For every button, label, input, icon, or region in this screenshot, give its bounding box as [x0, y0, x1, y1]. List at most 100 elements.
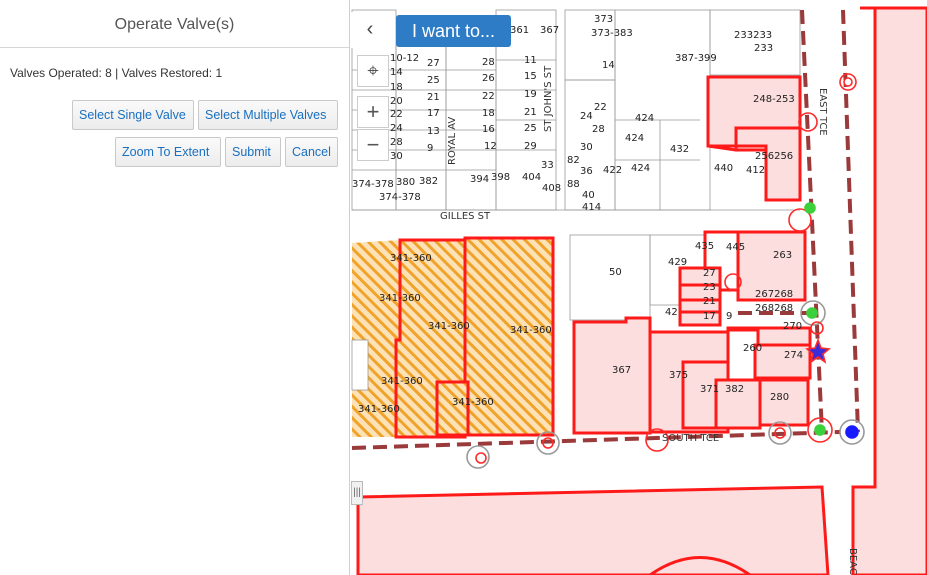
- parcel-label: 28: [592, 124, 605, 135]
- parcel-label: 22: [390, 109, 403, 120]
- parcel-label: 14: [602, 60, 615, 71]
- parcel-label: 21: [427, 92, 440, 103]
- parcel-label: 88: [567, 179, 580, 190]
- parcel-label: 445: [726, 242, 745, 253]
- parcel-label: 341-360: [381, 376, 423, 387]
- parcel-label: 22: [594, 102, 607, 113]
- parcel-label: 367: [540, 25, 559, 36]
- parcel-label: 16: [482, 124, 495, 135]
- south-parcel: [356, 485, 830, 575]
- parcel-label: 387-399: [675, 53, 717, 64]
- parcel-label: 82: [567, 155, 580, 166]
- parcel-label: 373: [594, 14, 613, 25]
- panel-title: Operate Valve(s): [0, 0, 349, 48]
- parcel-label: 274: [784, 350, 803, 361]
- locate-icon[interactable]: ⌖: [357, 55, 389, 87]
- street-label-gilles: GILLES ST: [440, 211, 491, 222]
- parcel-label: 29: [524, 141, 537, 152]
- parcel-label: 341-360: [428, 321, 470, 332]
- parcel-label: 248-253: [753, 94, 795, 105]
- parcel-label: 440: [714, 163, 733, 174]
- street-label-st-johns: ST JOHN'S ST: [543, 65, 554, 132]
- parcel-label: 382: [725, 384, 744, 395]
- map-canvas[interactable]: 373 373-383 361 367 233233 233 10-12 27 …: [351, 0, 927, 575]
- parcel-label: 382: [419, 176, 438, 187]
- street-label-east: EAST TCE: [817, 88, 828, 136]
- parcel-label: 424: [625, 133, 644, 144]
- parcel-label: 13: [427, 126, 440, 137]
- parcel-label: 36: [580, 166, 593, 177]
- parcel-label: 260: [743, 343, 762, 354]
- parcel-label: 9: [427, 143, 433, 154]
- parcel-label: 27: [427, 58, 440, 69]
- parcel-label: 424: [631, 163, 650, 174]
- parcel-label: 33: [541, 160, 554, 171]
- parcel-label: 256256: [755, 151, 793, 162]
- parcel-label: 12: [484, 141, 497, 152]
- parcel-label: 380: [396, 177, 415, 188]
- submit-button[interactable]: Submit: [225, 137, 281, 167]
- parcel-label: 14: [390, 67, 403, 78]
- parcel-label: 15: [524, 71, 537, 82]
- parcel-label: 280: [770, 392, 789, 403]
- panel-resize-handle[interactable]: |||: [351, 481, 363, 505]
- i-want-to-button[interactable]: I want to...: [396, 15, 511, 47]
- parcel-label: 50: [609, 267, 622, 278]
- parcel-label: 367: [612, 365, 631, 376]
- parcel-label: 21: [703, 296, 716, 307]
- parcel-label: 374-378: [379, 192, 421, 203]
- parcel-label: 23: [703, 282, 716, 293]
- parcel-label: 424: [635, 113, 654, 124]
- parcel-label: 435: [695, 241, 714, 252]
- parcel-label: 394: [470, 174, 489, 185]
- parcel-label: 371: [700, 384, 719, 395]
- zoom-to-extent-button[interactable]: Zoom To Extent: [115, 137, 221, 167]
- parcel-label: 9: [726, 311, 732, 322]
- operate-valves-panel: Operate Valve(s) Valves Operated: 8 | Va…: [0, 0, 350, 575]
- parcel-label: 341-360: [510, 325, 552, 336]
- parcel-label: 263: [773, 250, 792, 261]
- parcel-label: 373-383: [591, 28, 633, 39]
- parcel-label: 18: [482, 108, 495, 119]
- parcel-label: 414: [582, 202, 601, 213]
- parcel-label: 40: [582, 190, 595, 201]
- select-single-valve-button[interactable]: Select Single Valve: [72, 100, 194, 130]
- parcel-label: 398: [491, 172, 510, 183]
- parcel-label: 24: [580, 111, 593, 122]
- parcel-label: 26: [482, 73, 495, 84]
- parcel-label: 19: [524, 89, 537, 100]
- parcel-label: 17: [703, 311, 716, 322]
- parcel-label: 10-12: [390, 53, 419, 64]
- east-parcel: [851, 6, 927, 575]
- parcel-label: 341-360: [452, 397, 494, 408]
- zoom-in-button[interactable]: +: [357, 96, 389, 128]
- parcel-label: 361: [510, 25, 529, 36]
- collapse-panel-button[interactable]: ‹: [351, 12, 389, 48]
- parcel-label: 422: [603, 165, 622, 176]
- parcel-label: 11: [524, 55, 537, 66]
- valve-status-text: Valves Operated: 8 | Valves Restored: 1: [10, 66, 223, 80]
- parcel-label: 341-360: [379, 293, 421, 304]
- street-label-south: SOUTH TCE: [662, 433, 719, 444]
- parcel-label: 21: [524, 107, 537, 118]
- parcel-label: 18: [390, 82, 403, 93]
- select-multiple-valves-button[interactable]: Select Multiple Valves: [198, 100, 338, 130]
- parcel-label: 42: [665, 307, 678, 318]
- parcel-label: 375: [669, 370, 688, 381]
- parcel-label: 22: [482, 91, 495, 102]
- parcel-label: 267268: [755, 289, 793, 300]
- parcel-label: 341-360: [358, 404, 400, 415]
- parcel-label: 268268: [755, 303, 793, 314]
- parcel-label: 404: [522, 172, 541, 183]
- parcel-label: 270: [783, 321, 802, 332]
- parcel-label: 374-378: [352, 179, 394, 190]
- zoom-out-button[interactable]: −: [357, 129, 389, 161]
- parcel-label: 30: [390, 151, 403, 162]
- parcel-label: 17: [427, 108, 440, 119]
- parcel-label: 233233: [734, 30, 772, 41]
- cancel-button[interactable]: Cancel: [285, 137, 338, 167]
- parcel-label: 341-360: [390, 253, 432, 264]
- parcel-label: 25: [524, 123, 537, 134]
- parcel-label: 408: [542, 183, 561, 194]
- parcel-label: 429: [668, 257, 687, 268]
